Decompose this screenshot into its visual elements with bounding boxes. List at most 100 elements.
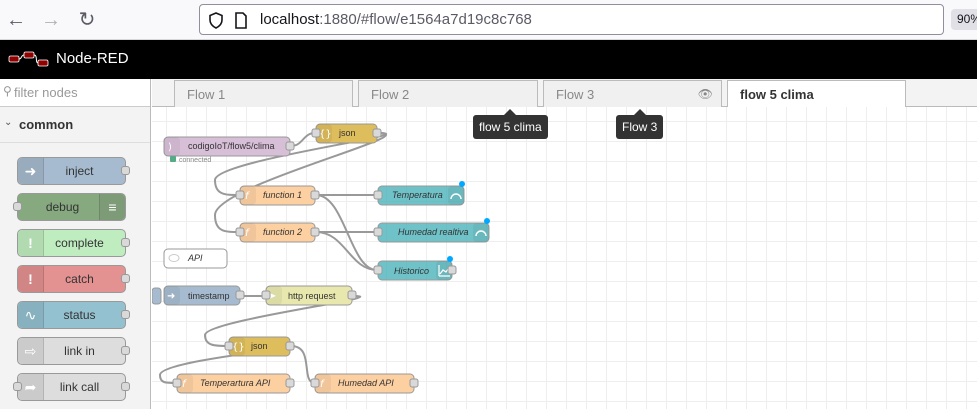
flow-node-json-2[interactable]: {} json <box>224 336 295 357</box>
palette-node-catch[interactable]: ! catch <box>17 265 130 293</box>
input-port[interactable] <box>261 290 271 300</box>
changed-indicator-icon <box>459 181 465 187</box>
output-port[interactable] <box>121 274 130 283</box>
output-port[interactable] <box>447 265 457 275</box>
forward-icon[interactable]: → <box>40 9 62 31</box>
palette-node-complete[interactable]: ! complete <box>17 229 130 257</box>
url-path: :1880/#flow/e1564a7d19c8c768 <box>319 11 532 28</box>
input-port[interactable] <box>310 378 320 388</box>
output-port[interactable] <box>347 290 357 300</box>
json-icon: {} <box>232 342 245 353</box>
output-port[interactable] <box>121 238 130 247</box>
node-label: function 2 <box>263 227 302 237</box>
node-label: Humedad API <box>338 378 394 388</box>
flow-workspace[interactable]: .wire { fill:none; stroke:#999; stroke-w… <box>152 107 977 409</box>
node-label: json <box>250 341 268 351</box>
flow-node-humedad-realtiva[interactable]: Humedad realtiva <box>373 218 490 243</box>
palette-node-label: inject <box>65 164 94 178</box>
tab-flow-1[interactable]: Flow 1 <box>174 80 353 107</box>
status-dot-icon <box>170 156 176 162</box>
status-icon: ∿ <box>18 302 44 328</box>
output-port[interactable] <box>121 346 130 355</box>
palette-node-link-in[interactable]: ⇨ link in <box>17 337 130 365</box>
input-port[interactable] <box>373 265 383 275</box>
node-palette: ⚲ filter nodes ⌄ common ➜ inject debug ≡… <box>0 79 151 409</box>
flow-node-temperartura-api[interactable]: f Temperartura API <box>172 373 295 394</box>
flow-node-function-1[interactable]: f function 1 <box>235 185 320 206</box>
output-port[interactable] <box>121 310 130 319</box>
tab-flow-5-clima[interactable]: flow 5 clima <box>727 80 906 108</box>
shield-icon[interactable] <box>208 12 224 29</box>
palette-node-debug[interactable]: debug ≡ <box>13 193 126 221</box>
tab-label: Flow 2 <box>371 87 410 102</box>
app-header: Node-RED <box>0 40 977 79</box>
reload-icon[interactable]: ↻ <box>76 9 98 31</box>
debug-icon: ≡ <box>99 194 125 220</box>
flow-node-timestamp[interactable]: ➜ timestamp <box>152 285 245 306</box>
palette-node-label: catch <box>65 272 94 286</box>
flow-node-temperatura[interactable]: Temperatura <box>373 181 465 206</box>
input-port[interactable] <box>13 382 22 391</box>
output-port[interactable] <box>310 227 320 237</box>
palette-node-link-call[interactable]: ➦ link call <box>13 373 130 401</box>
wire[interactable] <box>315 231 378 271</box>
node-label: codigoIoT/flow5/clima <box>188 141 275 151</box>
input-port[interactable] <box>235 190 245 200</box>
node-label: http request <box>288 291 336 301</box>
flow-node-historico[interactable]: Historico <box>373 256 457 281</box>
input-port[interactable] <box>311 128 321 138</box>
flow-canvas[interactable]: .wire { fill:none; stroke:#999; stroke-w… <box>152 107 977 409</box>
page-icon[interactable] <box>234 12 248 29</box>
node-label: Humedad realtiva <box>398 227 469 237</box>
palette-node-label: link in <box>64 344 95 358</box>
output-port[interactable] <box>310 190 320 200</box>
wire[interactable] <box>290 345 316 384</box>
back-icon[interactable]: ← <box>5 9 27 31</box>
eye-icon[interactable]: 👁 <box>698 87 713 101</box>
flow-node-humedad-api[interactable]: f Humedad API <box>310 373 419 394</box>
output-port[interactable] <box>285 141 295 151</box>
chevron-down-icon: ⌄ <box>4 117 13 128</box>
category-label: common <box>19 117 74 132</box>
input-port[interactable] <box>373 190 383 200</box>
tab-flow-3[interactable]: Flow 3 👁 <box>543 80 722 107</box>
complete-icon: ! <box>18 230 44 256</box>
palette-node-inject[interactable]: ➜ inject <box>17 157 130 185</box>
tab-label: Flow 3 <box>556 87 595 102</box>
output-port[interactable] <box>285 341 295 351</box>
tab-label: flow 5 clima <box>740 87 814 102</box>
flow-node-function-2[interactable]: f function 2 <box>235 222 320 243</box>
url-bar[interactable]: localhost:1880/#flow/e1564a7d19c8c768 <box>199 4 944 35</box>
input-port[interactable] <box>172 378 182 388</box>
search-icon: ⚲ <box>3 84 12 98</box>
palette-node-status[interactable]: ∿ status <box>17 301 130 329</box>
inject-button[interactable] <box>152 287 162 305</box>
input-port[interactable] <box>224 341 234 351</box>
flow-node-json-1[interactable]: {} json <box>311 123 382 144</box>
input-port[interactable] <box>13 202 22 211</box>
node-label: function 1 <box>263 190 302 200</box>
wire[interactable] <box>290 132 316 147</box>
inject-icon: ➜ <box>18 158 44 184</box>
flow-node-mqtt-in[interactable]: ) codigoIoT/flow5/clima connected <box>163 136 295 164</box>
output-port[interactable] <box>121 382 130 391</box>
output-port[interactable] <box>235 290 245 300</box>
node-label: Temperatura <box>392 190 443 200</box>
flow-node-comment-api[interactable]: API <box>163 248 228 269</box>
output-port[interactable] <box>285 378 295 388</box>
node-label: timestamp <box>188 291 230 301</box>
output-port[interactable] <box>121 166 130 175</box>
filter-nodes-input[interactable]: ⚲ filter nodes <box>0 79 150 107</box>
output-port[interactable] <box>409 378 419 388</box>
palette-node-label: complete <box>55 236 104 250</box>
node-label: Temperartura API <box>200 378 271 388</box>
palette-category-common[interactable]: ⌄ common <box>0 107 150 143</box>
flow-node-http-request[interactable]: ➤ http request <box>261 285 357 306</box>
json-icon: {} <box>319 129 332 140</box>
input-port[interactable] <box>235 227 245 237</box>
changed-indicator-icon <box>447 256 453 262</box>
output-port[interactable] <box>372 128 382 138</box>
tab-flow-2[interactable]: Flow 2 <box>358 80 538 107</box>
zoom-level[interactable]: 90% <box>951 9 977 30</box>
input-port[interactable] <box>373 227 383 237</box>
